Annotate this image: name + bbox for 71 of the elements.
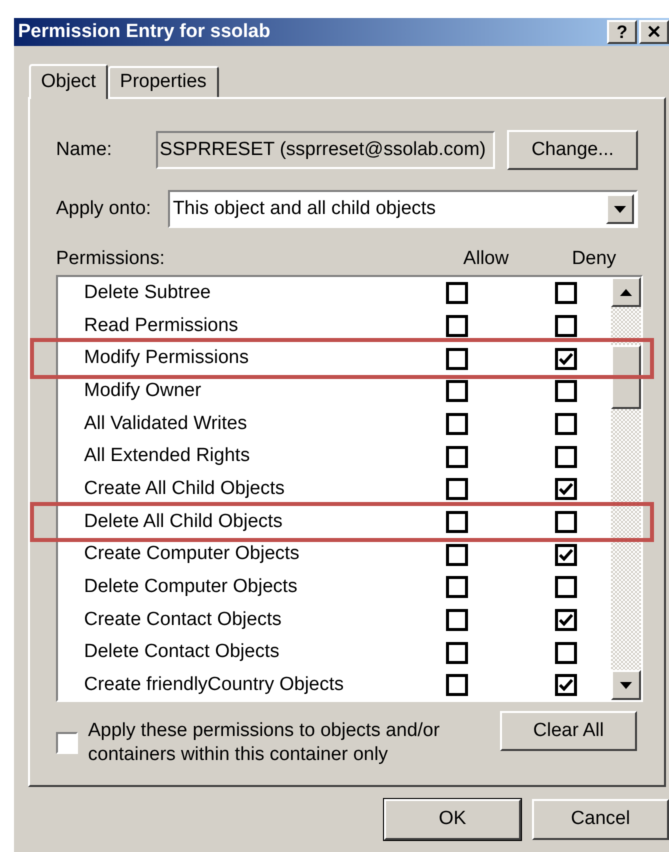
- permission-name: All Extended Rights: [83, 444, 251, 468]
- name-label: Name:: [56, 138, 113, 162]
- window-title: Permission Entry for ssolab: [18, 20, 272, 44]
- permission-name: Create Computer Objects: [83, 542, 300, 566]
- up-arrow-icon: [620, 288, 632, 296]
- clear-all-button[interactable]: Clear All: [500, 711, 637, 751]
- permission-name: Modify Owner: [83, 379, 202, 404]
- checkbox[interactable]: [446, 642, 468, 664]
- checkbox[interactable]: [446, 478, 468, 500]
- permission-name: Create friendlyCountry Objects: [83, 672, 345, 697]
- checkbox[interactable]: [555, 478, 577, 500]
- apply-onto-dropdown[interactable]: This object and all child objects: [168, 190, 638, 228]
- caret-icon: [614, 206, 626, 212]
- scroll-down-button[interactable]: [611, 670, 641, 700]
- tab[interactable]: Object: [29, 64, 108, 99]
- permission-name: Delete Contact Objects: [83, 640, 280, 664]
- checkbox[interactable]: [446, 576, 468, 598]
- cancel-button[interactable]: Cancel: [532, 799, 669, 840]
- close-button[interactable]: ✕: [639, 20, 669, 44]
- checkbox[interactable]: [555, 314, 577, 337]
- checkbox[interactable]: [555, 446, 577, 468]
- name-field: SSPRRESET (ssprreset@ssolab.com): [156, 131, 496, 169]
- checkbox[interactable]: [555, 380, 577, 402]
- checkbox[interactable]: [555, 642, 577, 664]
- ok-button[interactable]: OK: [384, 799, 521, 840]
- permission-name: Read Permissions: [83, 314, 240, 338]
- checkbox[interactable]: [446, 674, 468, 696]
- down-arrow-icon: [620, 682, 632, 688]
- tab[interactable]: Properties: [108, 66, 219, 97]
- check-icon: [559, 614, 573, 626]
- permission-name: Delete Computer Objects: [83, 574, 298, 599]
- checkbox[interactable]: [446, 608, 468, 631]
- permission-name: Delete All Child Objects: [83, 510, 284, 534]
- checkbox[interactable]: [555, 674, 577, 696]
- scroll-thumb[interactable]: [611, 345, 641, 409]
- help-button[interactable]: ?: [607, 20, 637, 44]
- checkbox[interactable]: [446, 282, 468, 304]
- scrollbar[interactable]: [611, 277, 641, 700]
- checkbox[interactable]: [555, 608, 577, 631]
- permission-name: Delete Subtree: [83, 281, 212, 306]
- permission-name: Create All Child Objects: [83, 477, 286, 502]
- checkbox[interactable]: [555, 282, 577, 304]
- checkbox[interactable]: [555, 544, 577, 566]
- check-icon: [559, 679, 573, 692]
- checkbox[interactable]: [446, 510, 468, 533]
- dropdown-arrow-button[interactable]: [606, 194, 634, 224]
- checkbox[interactable]: [56, 732, 78, 754]
- checkbox-label: Apply these permissions to objects and/or containers within this container only: [88, 719, 441, 767]
- permission-name: All Validated Writes: [83, 412, 248, 436]
- dropdown-value: This object and all child objects: [172, 196, 437, 221]
- check-icon: [559, 352, 573, 365]
- permission-name: Create Contact Objects: [83, 608, 282, 632]
- checkbox[interactable]: [446, 380, 468, 402]
- checkbox[interactable]: [555, 412, 577, 435]
- checkbox[interactable]: [555, 348, 577, 370]
- checkbox[interactable]: [446, 544, 468, 566]
- column-header: Deny: [570, 246, 618, 271]
- checkbox[interactable]: [555, 576, 577, 598]
- apply-onto-label: Apply onto:: [56, 196, 152, 221]
- checkbox[interactable]: [446, 314, 468, 337]
- checkbox[interactable]: [446, 412, 468, 435]
- checkbox[interactable]: [446, 348, 468, 370]
- permissions-label: Permissions:: [56, 246, 166, 271]
- checkbox[interactable]: [555, 510, 577, 533]
- permission-name: Modify Permissions: [83, 346, 250, 370]
- scroll-up-button[interactable]: [611, 277, 641, 307]
- change-button[interactable]: Change...: [507, 130, 638, 170]
- check-icon: [559, 483, 573, 496]
- check-icon: [559, 548, 573, 561]
- column-header: Allow: [462, 246, 510, 271]
- checkbox[interactable]: [446, 446, 468, 468]
